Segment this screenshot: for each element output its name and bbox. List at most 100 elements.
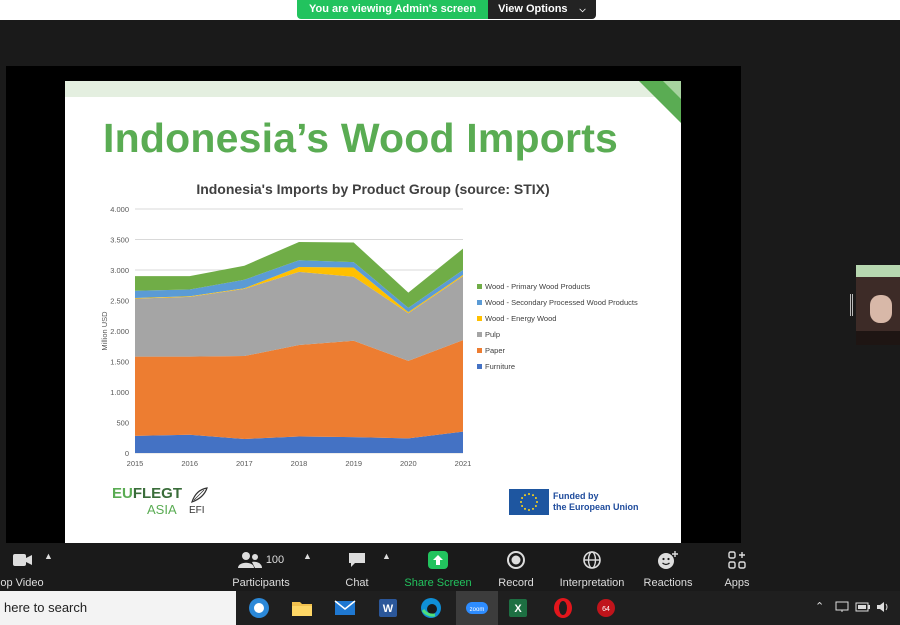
zoom-icon-label: zoom: [470, 607, 485, 613]
camera-icon[interactable]: [247, 596, 271, 620]
reactions-button[interactable]: Reactions: [643, 549, 693, 589]
eu-funded-line2: the European Union: [553, 502, 639, 512]
svg-text:X: X: [514, 603, 522, 615]
battery-icon[interactable]: [855, 602, 871, 612]
chat-button[interactable]: Chat: [340, 549, 374, 589]
record-icon: [507, 551, 525, 569]
video-options-caret[interactable]: ▲: [44, 551, 53, 561]
chat-options-caret[interactable]: ▲: [382, 551, 391, 561]
x-tick-label: 2016: [181, 459, 198, 468]
eu-funded-logo: Funded by the European Union: [509, 489, 639, 515]
euflegt-logo: EUFLEGT: [112, 486, 182, 501]
legend-label: Pulp: [485, 330, 500, 339]
thumbnail-drag-handle[interactable]: [850, 294, 853, 316]
reactions-icon: [658, 551, 678, 569]
presentation-slide: Indonesia’s Wood Imports Indonesia's Imp…: [65, 81, 681, 543]
legend-swatch: [477, 284, 482, 289]
participant-video-thumbnail[interactable]: [856, 265, 900, 345]
slide-header-bar: [65, 81, 681, 97]
slide-title: Indonesia’s Wood Imports: [103, 115, 619, 161]
mail-icon[interactable]: [333, 596, 357, 620]
legend-swatch: [477, 300, 482, 305]
participant-face: [870, 295, 892, 323]
participants-options-caret[interactable]: ▲: [303, 551, 312, 561]
chat-label: Chat: [345, 577, 369, 589]
y-tick-label: 2.000: [110, 327, 129, 336]
legend-swatch: [477, 332, 482, 337]
view-options-button[interactable]: View Options ⌵: [488, 0, 596, 19]
taskbar-search-text: here to search: [4, 600, 88, 615]
record-button[interactable]: Record: [496, 549, 536, 589]
edge-icon[interactable]: [419, 596, 443, 620]
excel-icon[interactable]: X: [506, 596, 530, 620]
meeting-toolbar: op Video ▲ 100 Participants ▲ Chat ▲ Sha…: [0, 543, 900, 591]
logo-eu-text: EU: [112, 485, 133, 502]
interpretation-button[interactable]: Interpretation: [556, 549, 628, 589]
video-label: op Video: [0, 577, 44, 589]
slide-corner-decoration-light: [663, 81, 681, 99]
zoom-icon[interactable]: zoom: [465, 596, 489, 620]
tray-chevron-up-icon[interactable]: ⌃: [815, 600, 824, 613]
thumbnail-status-bar: [856, 331, 900, 345]
legend-swatch: [477, 348, 482, 353]
participants-icon: [237, 552, 262, 568]
y-tick-label: 1.500: [110, 358, 129, 367]
video-camera-icon: [13, 554, 32, 566]
y-axis-label: Million USD: [100, 311, 109, 351]
y-tick-label: 3.500: [110, 236, 129, 245]
video-button[interactable]: op Video: [0, 549, 44, 589]
globe-icon: [583, 551, 601, 569]
logo-asia-text: ASIA: [147, 502, 177, 517]
apps-button[interactable]: Apps: [722, 549, 752, 589]
volume-icon[interactable]: [876, 601, 890, 613]
legend-label: Wood - Primary Wood Products: [485, 282, 590, 291]
participants-label: Participants: [232, 577, 290, 589]
windows-taskbar: here to search W zoom X 64 ⌃: [0, 591, 900, 625]
x-tick-label: 2021: [455, 459, 472, 468]
chevron-down-icon: ⌵: [579, 5, 586, 14]
game-icon[interactable]: 64: [594, 596, 618, 620]
x-tick-label: 2017: [236, 459, 253, 468]
apps-label: Apps: [724, 577, 750, 589]
y-tick-label: 4.000: [110, 205, 129, 214]
y-tick-label: 500: [116, 419, 129, 428]
viewing-message: You are viewing Admin's screen: [297, 0, 489, 19]
share-screen-label: Share Screen: [404, 577, 472, 589]
logo-flegt-text: FLEGT: [132, 485, 183, 502]
x-tick-label: 2019: [345, 459, 362, 468]
interpretation-label: Interpretation: [559, 577, 625, 589]
legend-swatch: [477, 364, 482, 369]
share-screen-icon: [428, 551, 448, 569]
apps-icon: [728, 551, 746, 569]
share-screen-button[interactable]: Share Screen: [404, 549, 472, 589]
participants-count: 100: [265, 554, 285, 566]
game-badge: 64: [602, 606, 610, 613]
x-tick-label: 2018: [291, 459, 308, 468]
participants-button[interactable]: 100 Participants: [230, 549, 292, 589]
view-options-label: View Options: [498, 3, 568, 15]
svg-text:W: W: [383, 603, 394, 615]
reactions-label: Reactions: [643, 577, 693, 589]
network-icon[interactable]: [835, 601, 849, 613]
folder-icon[interactable]: [290, 596, 314, 620]
y-tick-label: 3.000: [110, 266, 129, 275]
opera-icon[interactable]: [551, 596, 575, 620]
record-label: Record: [498, 577, 534, 589]
eu-flag-icon: [509, 489, 549, 515]
x-tick-label: 2015: [127, 459, 144, 468]
y-tick-label: 0: [125, 449, 129, 458]
efi-leaf-icon: [191, 487, 208, 504]
logo-efi-text: EFI: [189, 505, 205, 516]
word-icon[interactable]: W: [376, 596, 400, 620]
viewing-banner: You are viewing Admin's screen View Opti…: [297, 0, 596, 19]
legend-label: Furniture: [485, 362, 515, 371]
area-chart: 0 500 1.000 1.500 2.000 2.500 3.000 3.500 4.000 2…: [100, 205, 638, 468]
chart-title: Indonesia's Imports by Product Group (so…: [196, 181, 550, 197]
chat-icon: [349, 553, 365, 567]
y-tick-label: 2.500: [110, 297, 129, 306]
legend-swatch: [477, 316, 482, 321]
legend-label: Wood - Secondary Processed Wood Products: [485, 298, 638, 307]
eu-funded-line1: Funded by: [553, 491, 599, 501]
taskbar-search-box[interactable]: here to search: [0, 591, 236, 625]
legend-label: Wood - Energy Wood: [485, 314, 556, 323]
